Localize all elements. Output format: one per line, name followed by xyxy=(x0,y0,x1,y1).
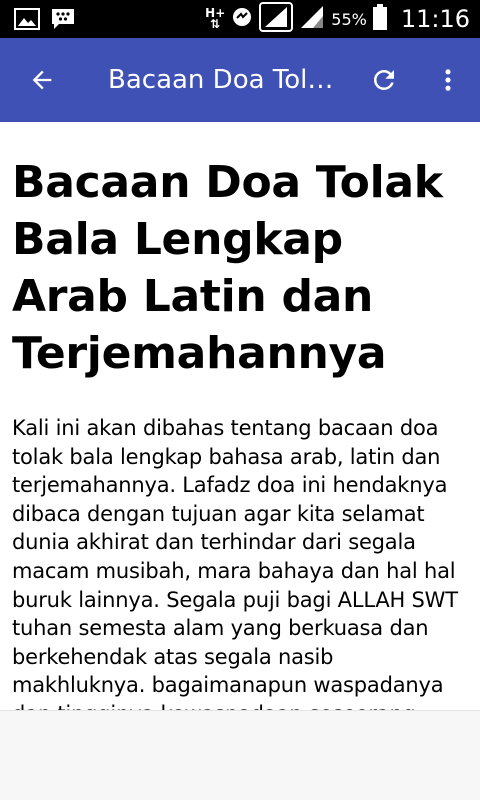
bottom-blank-area xyxy=(0,710,480,800)
battery-percentage: 55% xyxy=(331,9,367,29)
article-body: Kali ini akan dibahas tentang bacaan doa… xyxy=(12,416,458,710)
status-bar: H+ ⇅ 55% 11:16 xyxy=(0,0,480,38)
battery-icon xyxy=(372,4,387,34)
more-vert-icon xyxy=(445,69,451,91)
refresh-button[interactable] xyxy=(364,60,404,100)
gallery-notification-icon xyxy=(14,8,40,34)
overflow-menu-button[interactable] xyxy=(428,60,468,100)
signal-sim2-icon xyxy=(299,4,325,34)
notification-icons xyxy=(14,7,76,35)
arrow-left-icon xyxy=(32,70,52,90)
data-saver-icon xyxy=(231,6,253,32)
message-notification-icon xyxy=(50,7,76,35)
app-bar-title: Bacaan Doa Tolak Bala Lengkap Arab Latin… xyxy=(108,65,348,95)
article-title: Bacaan Doa Tolak Bala Lengkap Arab Latin… xyxy=(12,157,443,379)
system-icons: H+ ⇅ 55% 11:16 xyxy=(205,0,470,38)
article-content[interactable]: Bacaan Doa Tolak Bala Lengkap Arab Latin… xyxy=(0,122,480,710)
refresh-icon xyxy=(373,69,394,90)
back-button[interactable] xyxy=(22,60,62,100)
app-bar: Bacaan Doa Tolak Bala Lengkap Arab Latin… xyxy=(0,38,480,122)
network-type: H+ ⇅ xyxy=(205,6,226,31)
signal-sim1-icon xyxy=(259,2,294,36)
clock: 11:16 xyxy=(400,5,470,33)
